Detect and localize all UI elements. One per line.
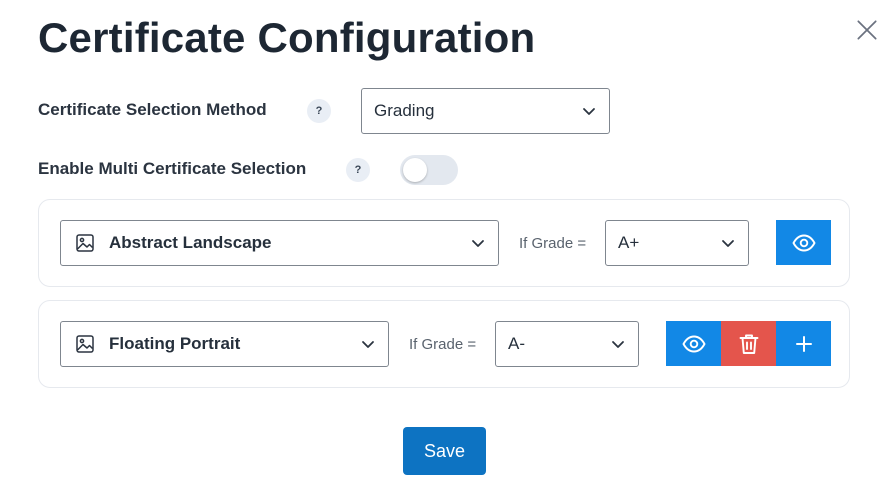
selection-method-label: Certificate Selection Method <box>38 100 267 119</box>
chevron-down-icon <box>612 341 624 348</box>
grade-value: A- <box>508 334 525 353</box>
plus-icon <box>795 335 812 352</box>
selection-method-select[interactable]: Grading <box>361 88 610 134</box>
preview-button[interactable] <box>666 321 721 366</box>
grade-select[interactable]: A- <box>495 321 639 367</box>
selection-method-value: Grading <box>374 101 435 120</box>
help-icon[interactable]: ? <box>307 99 331 123</box>
image-icon <box>76 335 94 353</box>
add-certificate-button[interactable] <box>776 321 831 366</box>
certificate-select[interactable]: Floating Portrait <box>60 321 389 367</box>
close-button[interactable] <box>854 17 880 43</box>
chevron-down-icon <box>722 240 734 247</box>
help-icon[interactable]: ? <box>346 158 370 182</box>
certificate-name: Abstract Landscape <box>109 233 272 252</box>
certificate-name: Floating Portrait <box>109 334 241 353</box>
close-icon <box>857 20 877 40</box>
certificate-configuration-modal: Certificate Configuration Certificate Se… <box>0 0 888 493</box>
modal-title: Certificate Configuration <box>38 14 536 61</box>
multi-selection-toggle[interactable] <box>400 155 458 185</box>
delete-button[interactable] <box>721 321 776 366</box>
eye-icon <box>682 335 705 352</box>
grade-value: A+ <box>618 233 640 252</box>
grade-condition-label: If Grade = <box>409 336 477 353</box>
chevron-down-icon <box>362 341 374 348</box>
certificate-select[interactable]: Abstract Landscape <box>60 220 499 266</box>
image-icon <box>76 234 94 252</box>
grade-select[interactable]: A+ <box>605 220 749 266</box>
chevron-down-icon <box>583 108 595 115</box>
save-button[interactable]: Save <box>403 427 486 475</box>
toggle-knob <box>403 158 427 182</box>
chevron-down-icon <box>472 240 484 247</box>
grade-condition-label: If Grade = <box>519 235 587 252</box>
multi-selection-label: Enable Multi Certificate Selection <box>38 159 307 178</box>
preview-button[interactable] <box>776 220 831 265</box>
trash-icon <box>739 334 758 354</box>
eye-icon <box>792 234 815 251</box>
